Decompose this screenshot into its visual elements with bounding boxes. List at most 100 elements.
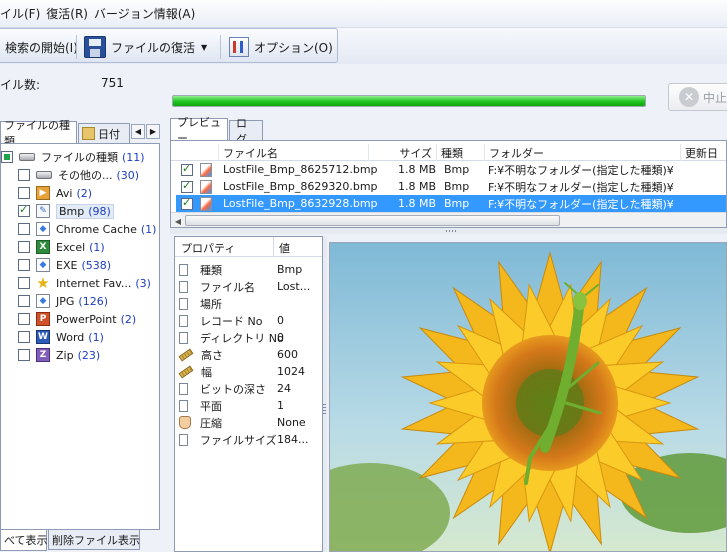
tree-item-label: JPG	[56, 294, 75, 308]
scroll-left-icon[interactable]: ◀	[172, 215, 184, 227]
tree-item-checkbox[interactable]	[18, 169, 30, 181]
tab-scroll-left-icon[interactable]: ◀	[131, 124, 145, 139]
column-header-select[interactable]	[171, 144, 219, 161]
menu-recover[interactable]: 復活(R)	[46, 5, 92, 22]
file-count-label: イル数:	[0, 78, 41, 92]
property-name: 場所	[200, 297, 222, 311]
property-row: ディレクトリ No 0	[175, 329, 322, 346]
chevron-down-icon[interactable]: ▼	[201, 43, 207, 52]
table-row[interactable]: LostFile_Bmp_8629320.bmp 1.8 MB Bmp F:¥不…	[176, 178, 726, 195]
calendar-icon	[82, 127, 95, 140]
tree-item-checkbox[interactable]	[18, 277, 30, 289]
property-header-name[interactable]: プロパティ	[181, 240, 235, 256]
property-name: ファイルサイズ	[200, 433, 277, 447]
tab-preview[interactable]: プレビュー	[170, 116, 228, 145]
column-header-label: 更新日	[685, 146, 718, 160]
property-header-value[interactable]: 値	[279, 240, 290, 256]
tree-item-internet-fav[interactable]: ★ Internet Fav... (3)	[18, 274, 151, 292]
tree-item-chrome-cache[interactable]: ◆ Chrome Cache (1)	[18, 220, 156, 238]
tab-show-all-label: べて表示	[4, 534, 48, 547]
tree-item-checkbox[interactable]	[18, 313, 30, 325]
tree-root[interactable]: ファイルの種類 (11)	[1, 148, 145, 166]
file-size: 1.8 MB	[398, 180, 437, 193]
tab-show-deleted[interactable]: 削除ファイル表示	[48, 530, 140, 550]
excel-icon: X	[36, 240, 50, 254]
tree-item-checkbox[interactable]	[18, 349, 30, 361]
zip-icon: Z	[36, 348, 50, 362]
horizontal-scrollbar[interactable]: ◀	[171, 212, 726, 227]
file-folder: F:¥不明なフォルダー(指定した種類)¥	[488, 180, 674, 194]
document-icon	[179, 263, 188, 276]
property-name: ファイル名	[200, 280, 255, 294]
property-row: 幅 1024	[175, 363, 322, 380]
tab-file-type[interactable]: ファイルの種類	[0, 119, 77, 148]
property-panel: プロパティ 値 種類 Bmp ファイル名 Lost... 場所 レコード No …	[174, 236, 323, 552]
row-checkbox[interactable]	[181, 162, 193, 176]
avi-icon: ▶	[36, 186, 50, 200]
tree-item-checkbox[interactable]	[18, 223, 30, 235]
tree-item-zip[interactable]: Z Zip (23)	[18, 346, 100, 364]
menu-version[interactable]: バージョン情報(A)	[94, 5, 199, 22]
property-value: 1	[277, 399, 284, 412]
column-header-name[interactable]: ファイル名	[219, 144, 369, 161]
stop-button[interactable]: ✕ 中止	[668, 83, 727, 111]
tab-scroll-right-icon[interactable]: ▶	[146, 124, 160, 139]
property-value: 0	[277, 314, 284, 327]
property-row: レコード No 0	[175, 312, 322, 329]
property-value: 600	[277, 348, 298, 361]
property-value: None	[277, 416, 306, 429]
tree-item-checkbox[interactable]	[18, 259, 30, 271]
tab-log[interactable]: ログ	[229, 117, 263, 146]
property-name: レコード No	[200, 314, 263, 328]
tree-item-checkbox[interactable]	[18, 187, 30, 199]
tree-item-other[interactable]: その他の... (30)	[18, 166, 139, 184]
document-icon	[179, 280, 188, 293]
tree-item-avi[interactable]: ▶ Avi (2)	[18, 184, 92, 202]
tree-item-label: Excel	[56, 240, 86, 254]
column-header-size[interactable]: サイズ	[369, 144, 437, 161]
property-value: Bmp	[277, 263, 303, 276]
horizontal-splitter[interactable]	[170, 228, 727, 234]
file-name: LostFile_Bmp_8625712.bmp	[223, 163, 378, 176]
table-row-selected[interactable]: LostFile_Bmp_8632928.bmp 1.8 MB Bmp F:¥不…	[176, 195, 726, 212]
column-header-folder[interactable]: フォルダー	[485, 144, 681, 161]
property-name: 種類	[200, 263, 222, 277]
column-header-label: 種類	[441, 146, 463, 160]
tree-item-powerpoint[interactable]: P PowerPoint (2)	[18, 310, 136, 328]
scrollbar-thumb[interactable]	[185, 215, 560, 226]
tree-item-count: (126)	[78, 294, 108, 308]
row-checkbox[interactable]	[181, 179, 193, 193]
search-start-button[interactable]: 検索の開始(I)	[5, 35, 78, 59]
table-row[interactable]: LostFile_Bmp_8625712.bmp 1.8 MB Bmp F:¥不…	[176, 161, 726, 178]
tree-item-checkbox[interactable]	[18, 295, 30, 307]
close-icon: ✕	[679, 87, 699, 107]
property-row: 圧縮 None	[175, 414, 322, 431]
menu-file[interactable]: イル(F)	[0, 5, 44, 22]
tree-item-exe[interactable]: ◆ EXE (538)	[18, 256, 111, 274]
tree-item-checkbox[interactable]	[18, 331, 30, 343]
tree-item-jpg[interactable]: ◆ JPG (126)	[18, 292, 108, 310]
file-recover-button[interactable]: ファイルの復活 ▼	[84, 35, 207, 59]
drive-icon	[36, 171, 52, 179]
tree-item-checkbox[interactable]	[18, 241, 30, 253]
tab-show-all[interactable]: べて表示	[0, 530, 48, 551]
tree-item-checkbox[interactable]	[18, 203, 30, 217]
options-label: オプション(O)	[254, 40, 333, 55]
options-icon	[229, 37, 249, 57]
column-header-label: フォルダー	[489, 146, 544, 160]
tree-item-bmp[interactable]: ✎ Bmp(98)	[18, 202, 114, 220]
row-checkbox[interactable]	[181, 196, 193, 210]
property-row: ビットの深さ 24	[175, 380, 322, 397]
tab-date[interactable]: 日付	[78, 123, 130, 143]
tree-root-checkbox[interactable]	[1, 151, 13, 163]
tree-item-word[interactable]: W Word (1)	[18, 328, 104, 346]
column-header-type[interactable]: 種類	[437, 144, 485, 161]
tree-item-excel[interactable]: X Excel (1)	[18, 238, 105, 256]
column-header-modified[interactable]: 更新日	[681, 144, 726, 161]
property-value: Lost...	[277, 280, 311, 293]
ruler-icon	[178, 348, 194, 361]
property-name: 圧縮	[200, 416, 222, 430]
options-button[interactable]: オプション(O)	[229, 35, 333, 59]
document-icon	[179, 314, 188, 327]
tree-item-selected: Bmp (98)	[56, 203, 114, 219]
